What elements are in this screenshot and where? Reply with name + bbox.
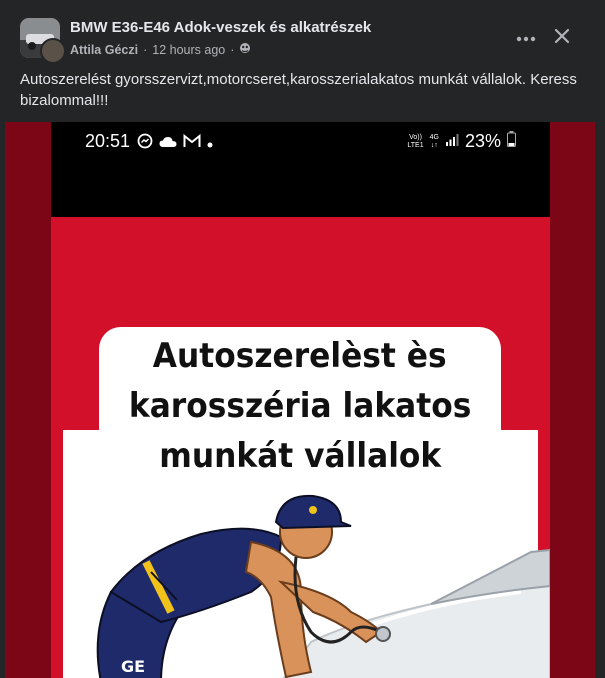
post-meta: Attila Géczi · 12 hours ago ·: [70, 42, 251, 57]
advert-title-line-3: munkát vállalok: [159, 436, 441, 476]
status-right-icons: Vo)) LTE1 4G ↓↑ 23%: [407, 131, 516, 152]
battery-icon: [507, 131, 516, 152]
messenger-icon: [137, 133, 153, 154]
advert-title-card: Autoszerelèst ès karosszéria lakatos mun…: [99, 327, 501, 485]
battery-percent: 23%: [464, 131, 501, 151]
author-name-link[interactable]: Attila Géczi: [70, 43, 138, 57]
author-avatar[interactable]: [40, 38, 66, 64]
phone-screenshot: 20:51 Vo)) LTE1 4G ↓↑ 23% Autoszerelèst …: [51, 122, 550, 678]
post-text: Autoszerelést gyorsszervizt,motorcseret,…: [20, 71, 577, 109]
image-border-right: [549, 122, 595, 678]
volte-indicator: Vo)) LTE1: [407, 134, 423, 150]
advert-title-line-2: karosszéria lakatos: [128, 386, 472, 426]
mechanic-illustration: GE: [96, 494, 550, 678]
phone-status-bar: 20:51 Vo)) LTE1 4G ↓↑ 23%: [51, 122, 550, 217]
volte-bottom-label: LTE1: [407, 141, 424, 149]
meta-separator-2: ·: [230, 42, 235, 57]
status-time: 20:51: [85, 131, 131, 151]
close-button[interactable]: [548, 24, 576, 52]
more-options-button[interactable]: [512, 24, 540, 52]
post-image[interactable]: 20:51 Vo)) LTE1 4G ↓↑ 23% Autoszerelèst …: [5, 122, 595, 678]
group-audience-icon: [239, 42, 251, 57]
uniform-logo-text: GE: [121, 657, 145, 676]
dot-icon: [207, 135, 213, 153]
signal-icon: [445, 133, 459, 151]
notification-icons: [137, 133, 213, 154]
advert-title-line-1: Autoszerelèst ès: [153, 336, 447, 376]
image-border-left: [5, 122, 51, 678]
close-icon: [554, 28, 570, 49]
post-header: BMW E36-E46 Adok-veszek és alkatrészek A…: [0, 0, 605, 66]
meta-separator: ·: [143, 42, 148, 57]
data-arrows-icon: ↓↑: [430, 141, 438, 149]
volte-top-label: Vo)): [409, 133, 422, 141]
gmail-icon: [183, 133, 201, 153]
group-name-link[interactable]: BMW E36-E46 Adok-veszek és alkatrészek: [70, 19, 371, 36]
more-horizontal-icon: [516, 29, 536, 47]
network-type-label: 4G: [429, 133, 439, 141]
post-timestamp[interactable]: 12 hours ago: [152, 43, 225, 57]
network-type-indicator: 4G ↓↑: [430, 134, 439, 150]
cloud-icon: [159, 135, 177, 153]
